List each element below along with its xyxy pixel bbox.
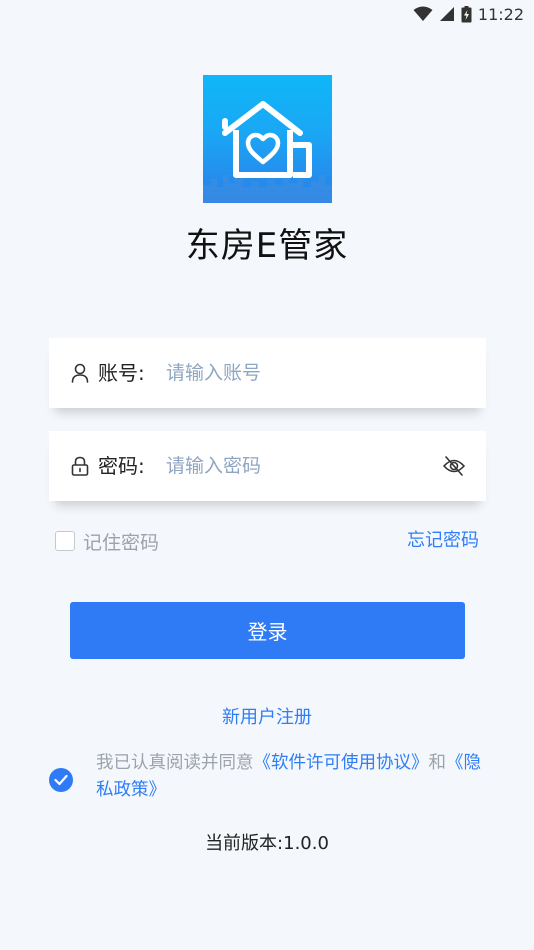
eye-off-icon[interactable]: [442, 455, 466, 477]
user-icon: [71, 363, 89, 383]
account-label: 账号:: [98, 361, 145, 385]
app-logo: [203, 75, 332, 203]
agreement-text: 我已认真阅读并同意《软件许可使用协议》和《隐私政策》: [96, 750, 496, 804]
remember-checkbox[interactable]: [55, 531, 75, 551]
status-time: 11:22: [477, 4, 524, 24]
password-label: 密码:: [98, 454, 145, 478]
checkmark-icon: [54, 774, 68, 786]
version-label: 当前版本:1.0.0: [205, 833, 329, 854]
battery-charging-icon: [461, 5, 472, 22]
agreement-prefix: 我已认真阅读并同意: [96, 753, 254, 773]
login-button[interactable]: 登录: [70, 602, 465, 659]
house-heart-icon: [203, 101, 332, 203]
lock-icon: [71, 456, 89, 476]
password-input[interactable]: [166, 449, 426, 483]
register-link[interactable]: 新用户注册: [0, 703, 534, 729]
agreement-conjunction: 和: [428, 753, 447, 773]
wifi-icon: [413, 6, 433, 21]
status-bar: 11:22: [0, 0, 534, 28]
cell-signal-icon: [439, 7, 454, 21]
account-input[interactable]: [166, 356, 426, 390]
agreement-checkbox[interactable]: [49, 768, 73, 792]
account-field[interactable]: 账号:: [49, 338, 486, 408]
remember-password-toggle[interactable]: 记住密码: [55, 528, 159, 554]
password-field[interactable]: 密码:: [49, 431, 486, 501]
license-agreement-link[interactable]: 《软件许可使用协议》: [254, 753, 429, 773]
forgot-password-link[interactable]: 忘记密码: [407, 528, 479, 554]
status-icons: 11:22: [413, 4, 524, 24]
remember-label: 记住密码: [83, 531, 160, 554]
app-title: 东房E管家: [185, 226, 349, 266]
